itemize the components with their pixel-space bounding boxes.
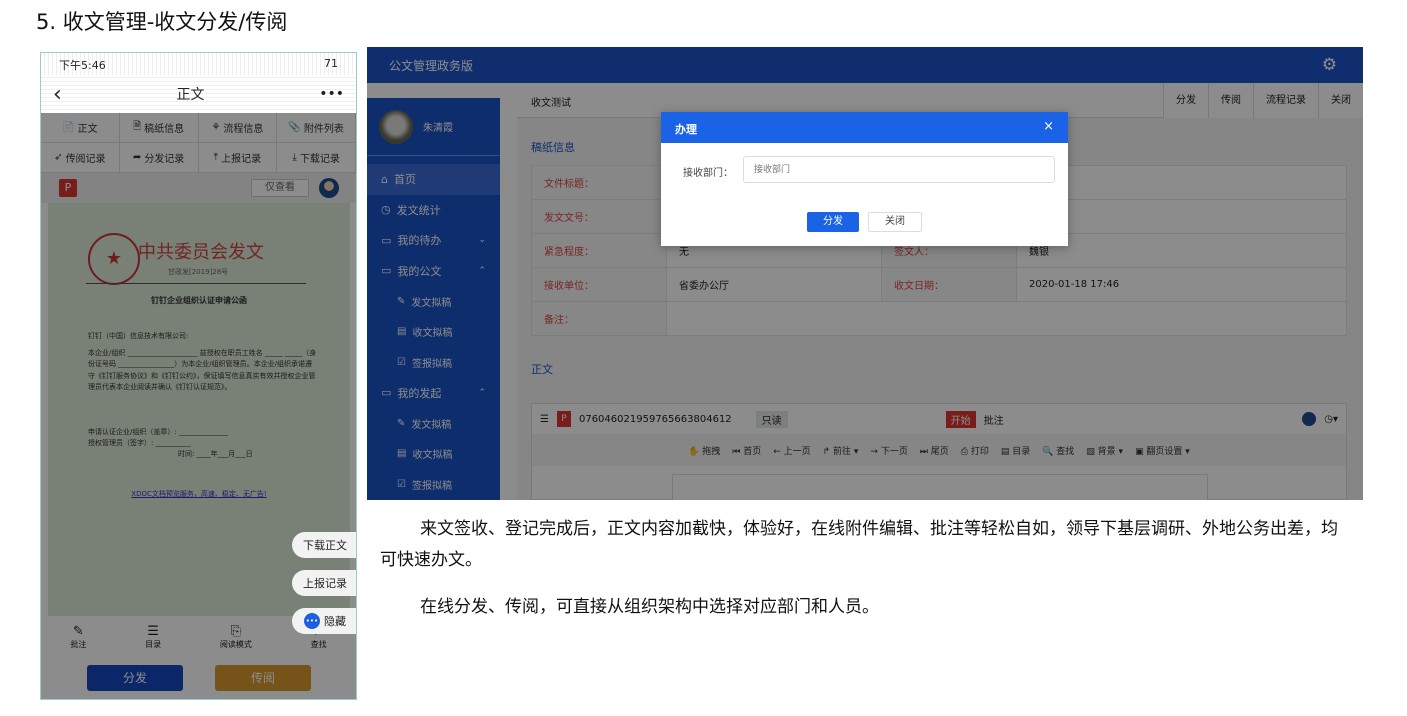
receive-dept-label: 接收部门： [683, 168, 733, 179]
desktop-screenshot: 公文管理政务版 ⚙ 收文测试 分发 传阅 流程记录 关闭 稿纸信息 文件标题：省… [367, 47, 1363, 500]
download-body-button[interactable]: 下载正文 [292, 532, 356, 558]
dialog-header: 办理 × [661, 112, 1068, 143]
status-bar: 下午5:46 71 [41, 53, 356, 75]
description-paragraph: 在线分发、传阅，可直接从组织架构中选择对应部门和人员。 [420, 597, 879, 617]
description-paragraph: 来文签收、登记完成后，正文内容加截快，体验好，在线附件编辑、批注等轻松自如，领导… [380, 519, 1338, 570]
distribute-button[interactable]: 分发 [807, 212, 859, 232]
hide-button[interactable]: ••• 隐藏 [292, 608, 356, 634]
close-icon[interactable]: × [1043, 119, 1054, 134]
nav-bar: ‹ 正文 ••• [41, 75, 356, 113]
dialog-title: 办理 [675, 123, 697, 136]
hide-label: 隐藏 [324, 615, 346, 628]
back-icon[interactable]: ‹ [53, 82, 62, 107]
nav-title: 正文 [176, 87, 205, 103]
handle-dialog: 办理 × 接收部门： 分发 关闭 [661, 112, 1068, 246]
receive-dept-input[interactable] [743, 156, 1055, 183]
battery-level: 71 [324, 57, 338, 70]
report-log-button[interactable]: 上报记录 [292, 570, 356, 596]
mobile-screenshot: 下午5:46 71 ‹ 正文 ••• 📄 正文 🗎 稿纸信息 ⚘ 流程信息 📎 附件列表… [40, 52, 357, 700]
close-button[interactable]: 关闭 [868, 212, 922, 232]
section-heading: 5. 收文管理-收文分发/传阅 [36, 10, 288, 34]
more-icon[interactable]: ••• [319, 86, 344, 102]
more-dots-icon: ••• [304, 613, 320, 629]
status-time: 下午5:46 [59, 59, 106, 72]
